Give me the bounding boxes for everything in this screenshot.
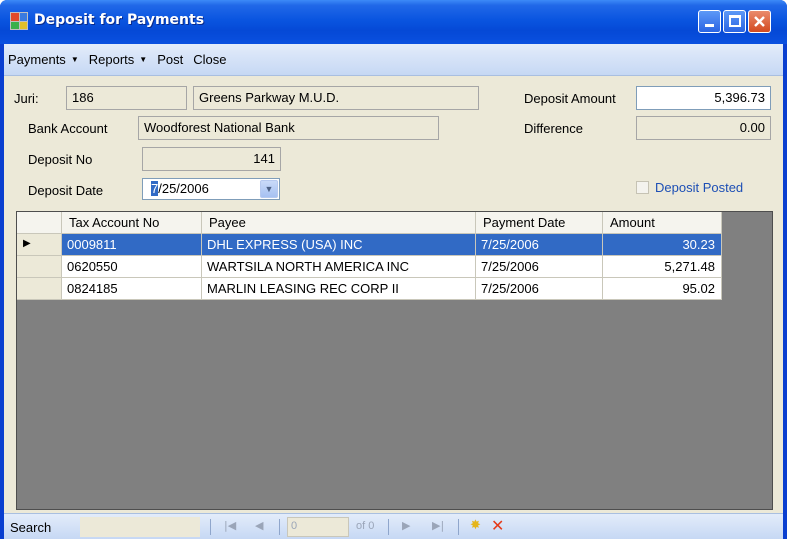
bank-account-field[interactable]: Woodforest National Bank xyxy=(138,116,439,140)
cell-payment-date[interactable]: 7/25/2006 xyxy=(476,256,603,278)
chevron-down-icon: ▼ xyxy=(139,55,148,64)
separator xyxy=(279,519,280,535)
difference-label: Difference xyxy=(524,121,584,136)
minimize-icon xyxy=(705,24,714,27)
move-previous-icon[interactable]: ◀ xyxy=(255,519,263,532)
search-label: Search xyxy=(10,520,52,535)
close-icon xyxy=(754,16,765,27)
window-title: Deposit for Payments xyxy=(34,12,205,28)
column-header-tax-account-no[interactable]: Tax Account No xyxy=(62,212,202,234)
menu-close-label: Close xyxy=(193,52,227,67)
checkbox-box[interactable] xyxy=(636,181,649,194)
menu-post[interactable]: Post xyxy=(157,52,183,67)
juri-label: Juri: xyxy=(14,91,39,106)
position-input[interactable]: 0 xyxy=(287,517,349,537)
table-row[interactable]: 0824185 MARLIN LEASING REC CORP II 7/25/… xyxy=(17,278,722,300)
cell-payment-date[interactable]: 7/25/2006 xyxy=(476,234,603,256)
cell-payee[interactable]: DHL EXPRESS (USA) INC xyxy=(202,234,476,256)
move-next-icon[interactable]: ▶ xyxy=(402,519,410,532)
cell-amount[interactable]: 95.02 xyxy=(603,278,722,300)
row-header[interactable]: ▶ xyxy=(17,234,62,256)
separator xyxy=(388,519,389,535)
row-header[interactable] xyxy=(17,256,62,278)
deposit-date-text: 7/25/2006 xyxy=(143,181,209,196)
cell-payment-date[interactable]: 7/25/2006 xyxy=(476,278,603,300)
separator xyxy=(210,519,211,535)
minimize-button[interactable] xyxy=(698,10,721,33)
move-last-icon[interactable]: ▶| xyxy=(432,519,444,532)
juri-name-field[interactable]: Greens Parkway M.U.D. xyxy=(193,86,479,110)
menu-payments[interactable]: Payments ▼ xyxy=(8,52,79,67)
difference-field[interactable]: 0.00 xyxy=(636,116,771,140)
column-header-payee[interactable]: Payee xyxy=(202,212,476,234)
app-icon xyxy=(10,12,28,30)
search-input[interactable] xyxy=(80,517,200,537)
menu-bar: Payments ▼ Reports ▼ Post Close xyxy=(4,44,783,76)
deposit-date-rest: /25/2006 xyxy=(158,181,209,196)
maximize-icon xyxy=(729,15,741,27)
menu-reports-label: Reports xyxy=(88,52,135,67)
binding-navigator: Search |◀ ◀ 0 of 0 ▶ ▶| ✸ ✕ xyxy=(4,513,783,539)
title-bar[interactable]: Deposit for Payments xyxy=(0,0,787,44)
deposit-date-picker[interactable]: 7/25/2006 ▼ xyxy=(142,178,280,200)
column-header-payment-date[interactable]: Payment Date xyxy=(476,212,603,234)
column-header-amount[interactable]: Amount xyxy=(603,212,722,234)
menu-payments-label: Payments xyxy=(8,52,66,67)
delete-icon[interactable]: ✕ xyxy=(491,516,504,535)
add-new-icon[interactable]: ✸ xyxy=(470,518,481,533)
table-row[interactable]: 0620550 WARTSILA NORTH AMERICA INC 7/25/… xyxy=(17,256,722,278)
deposit-no-label: Deposit No xyxy=(28,152,93,167)
deposit-amount-label: Deposit Amount xyxy=(524,91,616,106)
cell-payee[interactable]: WARTSILA NORTH AMERICA INC xyxy=(202,256,476,278)
deposit-posted-checkbox[interactable]: Deposit Posted xyxy=(636,180,743,195)
cell-tax-account-no[interactable]: 0620550 xyxy=(62,256,202,278)
deposit-window: Deposit for Payments Payments ▼ Reports … xyxy=(0,0,787,539)
current-row-pointer-icon: ▶ xyxy=(23,238,31,249)
deposit-amount-field[interactable]: 5,396.73 xyxy=(636,86,771,110)
chevron-down-icon[interactable]: ▼ xyxy=(260,180,278,198)
menu-reports[interactable]: Reports ▼ xyxy=(89,52,147,67)
row-header-corner xyxy=(17,212,62,234)
deposit-no-field[interactable]: 141 xyxy=(142,147,281,171)
deposit-posted-label: Deposit Posted xyxy=(655,180,744,195)
maximize-button[interactable] xyxy=(723,10,746,33)
cell-tax-account-no[interactable]: 0009811 xyxy=(62,234,202,256)
bank-account-label: Bank Account xyxy=(28,121,108,136)
deposit-date-label: Deposit Date xyxy=(28,183,104,198)
move-first-icon[interactable]: |◀ xyxy=(224,519,236,532)
close-window-button[interactable] xyxy=(748,10,771,33)
chevron-down-icon: ▼ xyxy=(70,55,79,64)
row-header[interactable] xyxy=(17,278,62,300)
window-client-area: Payments ▼ Reports ▼ Post Close Juri: 18… xyxy=(4,44,783,539)
menu-post-label: Post xyxy=(157,52,184,67)
payments-grid[interactable]: Tax Account No Payee Payment Date Amount… xyxy=(16,211,773,510)
cell-tax-account-no[interactable]: 0824185 xyxy=(62,278,202,300)
grid-header: Tax Account No Payee Payment Date Amount xyxy=(17,212,722,234)
separator xyxy=(458,519,459,535)
cell-amount[interactable]: 30.23 xyxy=(603,234,722,256)
record-count-label: of 0 xyxy=(356,520,375,532)
cell-payee[interactable]: MARLIN LEASING REC CORP II xyxy=(202,278,476,300)
cell-amount[interactable]: 5,271.48 xyxy=(603,256,722,278)
table-row[interactable]: ▶ 0009811 DHL EXPRESS (USA) INC 7/25/200… xyxy=(17,234,722,256)
juri-code-field[interactable]: 186 xyxy=(66,86,187,110)
menu-close[interactable]: Close xyxy=(193,52,226,67)
